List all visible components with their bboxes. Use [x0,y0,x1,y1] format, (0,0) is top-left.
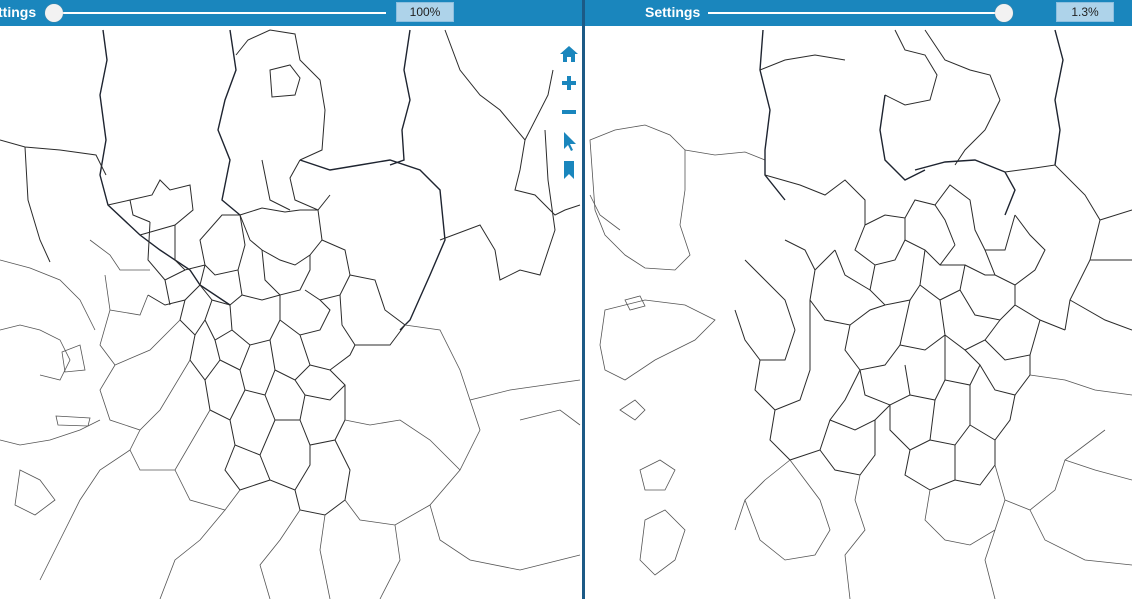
zoom-level-display: 1.3% [1056,2,1114,22]
map-toolbar [557,42,581,187]
map-canvas[interactable] [0,26,582,599]
map-canvas[interactable] [585,26,1132,599]
zoom-level-display: 100% [396,2,454,22]
settings-label[interactable]: Settings [645,4,700,20]
left-map-view[interactable]: ttings 100% [0,0,582,599]
zoom-in-icon[interactable] [557,71,581,95]
zoom-out-icon[interactable] [557,100,581,124]
right-map-view[interactable]: Settings 1.3% [585,0,1132,599]
left-toolbar: ttings 100% [0,0,582,26]
settings-label[interactable]: ttings [0,4,36,20]
zoom-slider-thumb[interactable] [995,4,1013,22]
zoom-slider[interactable] [52,12,386,14]
bookmark-icon[interactable] [557,158,581,182]
select-pointer-icon[interactable] [557,129,581,153]
home-icon[interactable] [557,42,581,66]
zoom-slider-thumb[interactable] [45,4,63,22]
right-toolbar: Settings 1.3% [585,0,1132,26]
zoom-slider[interactable] [708,12,1008,14]
